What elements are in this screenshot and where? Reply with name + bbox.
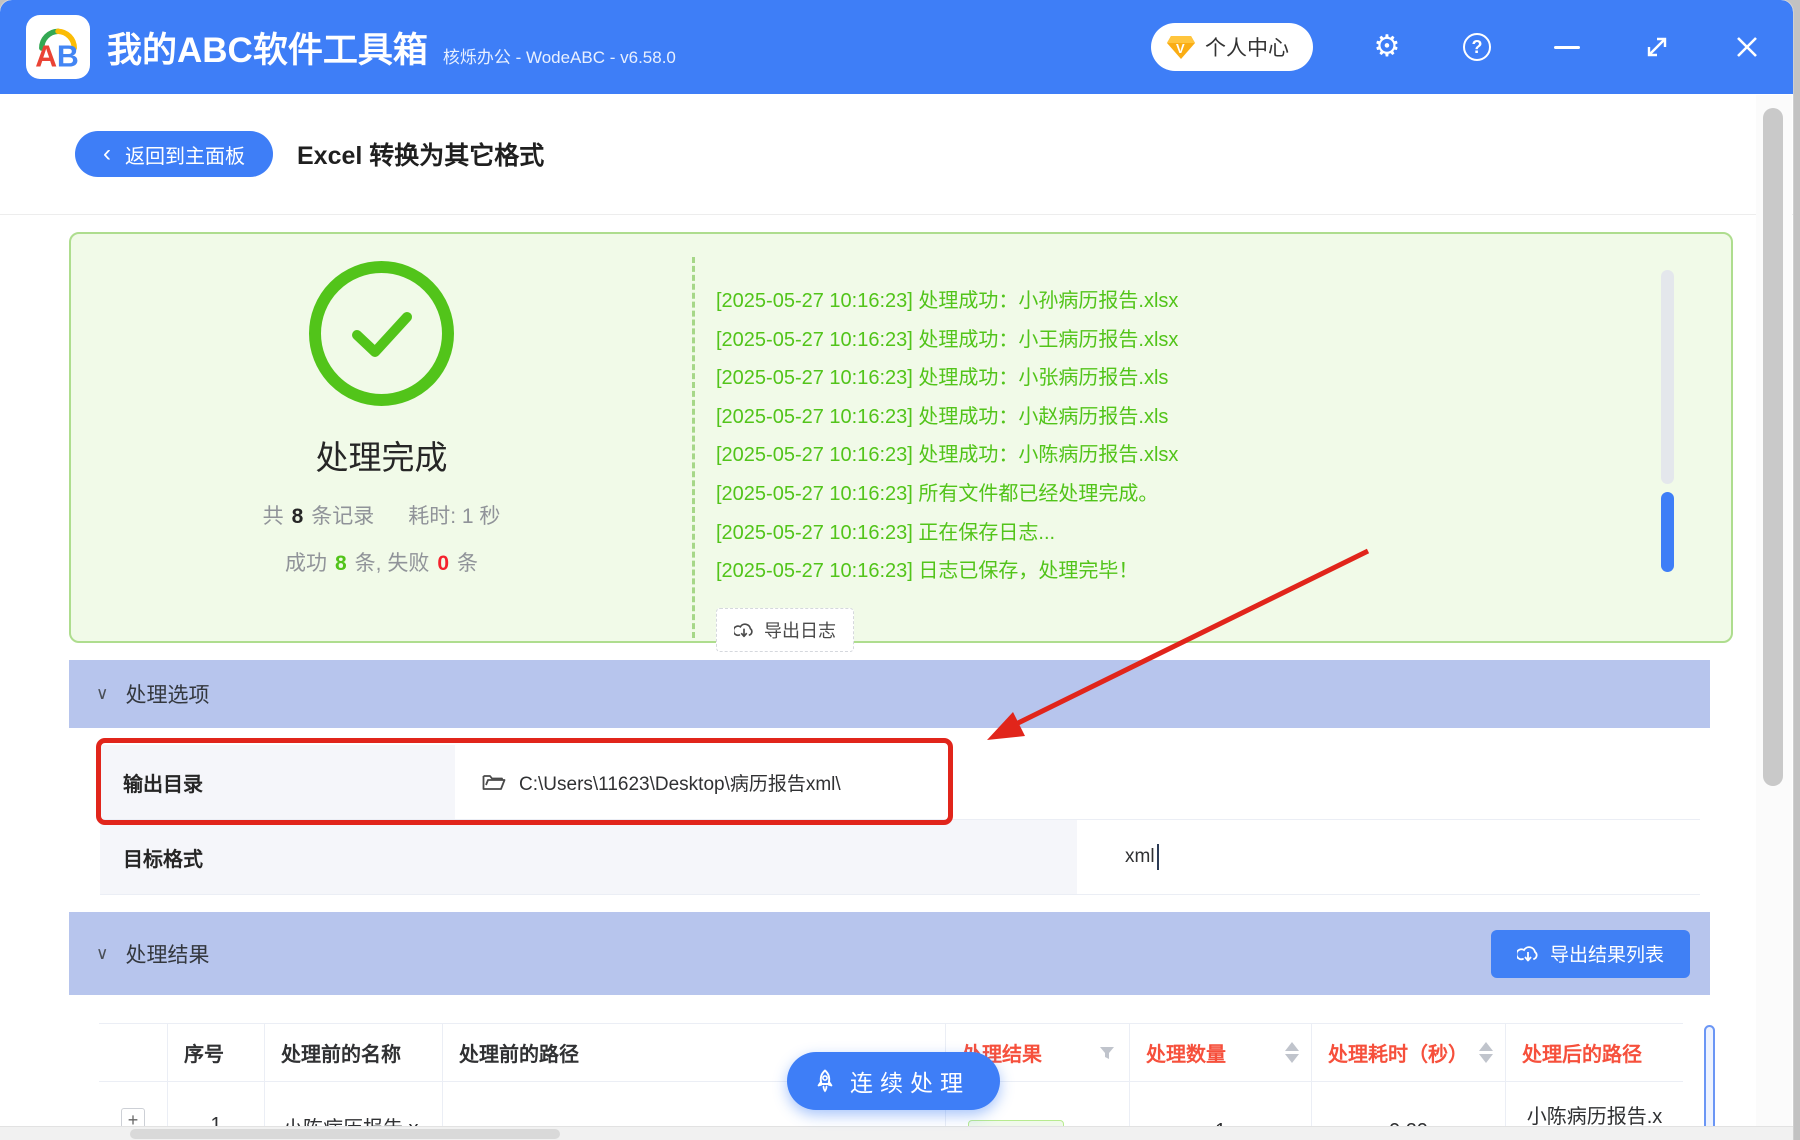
filter-icon[interactable] bbox=[1099, 1045, 1115, 1061]
back-to-main-button[interactable]: ‹ 返回到主面板 bbox=[75, 131, 273, 177]
app-subtitle: 核烁办公 - WodeABC - v6.58.0 bbox=[442, 47, 676, 67]
log-line: [2025-05-27 10:16:23] 处理成功：小王病历报告.xlsx bbox=[716, 328, 1179, 351]
section-header-options[interactable]: ∨ 处理选项 bbox=[69, 660, 1710, 728]
maximize-icon bbox=[1647, 37, 1667, 57]
success-summary: 处理完成 共 8 条记录 耗时: 1 秒 成功 8 条, 失败 0 条 bbox=[71, 234, 692, 641]
continue-processing-label: 连续处理 bbox=[850, 1070, 970, 1096]
minimize-button[interactable] bbox=[1551, 31, 1583, 63]
option-row-target-format: 目标格式 xml bbox=[100, 820, 1700, 895]
sort-icon[interactable] bbox=[1479, 1042, 1493, 1063]
settings-button[interactable]: ⚙ bbox=[1371, 31, 1403, 63]
app-window: A B 我的ABC软件工具箱 核烁办公 - WodeABC - v6.58.0 … bbox=[0, 0, 1793, 1140]
results-section-title: 处理结果 bbox=[125, 943, 210, 967]
target-format-label: 目标格式 bbox=[100, 820, 1077, 894]
vip-diamond-icon: V bbox=[1167, 36, 1195, 59]
question-icon: ? bbox=[1463, 33, 1491, 61]
column-count: 处理数量 bbox=[1129, 1024, 1311, 1081]
output-dir-value[interactable]: C:\Users\11623\Desktop\病历报告xml\ bbox=[455, 745, 841, 819]
user-center-label: 个人中心 bbox=[1205, 37, 1289, 60]
svg-text:A: A bbox=[35, 41, 57, 74]
page-header: ‹ 返回到主面板 Excel 转换为其它格式 bbox=[0, 94, 1793, 215]
app-title: 我的ABC软件工具箱 bbox=[107, 30, 428, 70]
close-button[interactable] bbox=[1731, 31, 1763, 63]
export-result-list-button[interactable]: 导出结果列表 bbox=[1490, 929, 1690, 978]
log-line: [2025-05-27 10:16:23] 处理成功：小赵病历报告.xls bbox=[716, 405, 1169, 428]
fail-count: 0 bbox=[437, 552, 450, 575]
success-count: 8 bbox=[334, 552, 347, 575]
options-section-title: 处理选项 bbox=[125, 684, 210, 707]
log-panel: [2025-05-27 10:16:23] 处理成功：小孙病历报告.xlsx [… bbox=[692, 257, 1641, 652]
log-line: [2025-05-27 10:16:23] 日志已保存，处理完毕！ bbox=[716, 560, 1139, 583]
cloud-download-icon bbox=[1516, 946, 1538, 962]
stats-total-line: 共 8 条记录 耗时: 1 秒 bbox=[262, 505, 501, 528]
log-scrollbar-track bbox=[1661, 270, 1674, 484]
column-path-after: 处理后的路径 bbox=[1505, 1024, 1683, 1081]
page-scrollbar-thumb[interactable] bbox=[1763, 108, 1783, 786]
horizontal-scrollbar-thumb[interactable] bbox=[130, 1129, 560, 1139]
gear-icon: ⚙ bbox=[1373, 30, 1401, 63]
total-count: 8 bbox=[291, 505, 304, 528]
log-line: [2025-05-27 10:16:23] 处理成功：小张病历报告.xls bbox=[716, 367, 1169, 390]
success-check-icon bbox=[309, 261, 454, 406]
success-panel: 处理完成 共 8 条记录 耗时: 1 秒 成功 8 条, 失败 0 条 [2025-05-27… bbox=[69, 232, 1733, 652]
output-dir-label: 输出目录 bbox=[100, 745, 455, 819]
help-button[interactable]: ? bbox=[1461, 31, 1493, 63]
page-title: Excel 转换为其它格式 bbox=[297, 142, 545, 170]
column-expand bbox=[99, 1024, 167, 1081]
chevron-down-icon: ∨ bbox=[96, 684, 109, 703]
column-index: 序号 bbox=[167, 1024, 264, 1081]
export-log-label: 导出日志 bbox=[764, 620, 836, 641]
rocket-icon bbox=[817, 1069, 833, 1093]
log-line: [2025-05-27 10:16:23] 处理成功：小陈病历报告.xlsx bbox=[716, 444, 1179, 467]
app-logo: A B bbox=[26, 15, 90, 79]
titlebar: A B 我的ABC软件工具箱 核烁办公 - WodeABC - v6.58.0 … bbox=[0, 0, 1793, 94]
elapsed-text: 耗时: 1 秒 bbox=[408, 505, 501, 528]
svg-text:V: V bbox=[1176, 41, 1185, 56]
horizontal-scrollbar-track bbox=[0, 1126, 1793, 1140]
target-format-input[interactable]: xml bbox=[1077, 820, 1159, 894]
close-icon bbox=[1737, 37, 1757, 57]
export-log-button[interactable]: 导出日志 bbox=[716, 607, 854, 652]
log-line: [2025-05-27 10:16:23] 正在保存日志... bbox=[716, 521, 1056, 544]
cloud-download-icon bbox=[734, 623, 753, 637]
titlebar-actions: V 个人中心 ⚙ ? bbox=[1151, 23, 1763, 71]
log-line: [2025-05-27 10:16:23] 所有文件都已经处理完成。 bbox=[716, 482, 1159, 505]
maximize-button[interactable] bbox=[1641, 31, 1673, 63]
section-header-results[interactable]: ∨ 处理结果 导出结果列表 bbox=[69, 912, 1710, 995]
options-table: 输出目录 C:\Users\11623\Desktop\病历报告xml\ 目标格… bbox=[96, 738, 1700, 895]
status-title: 处理完成 bbox=[315, 439, 448, 476]
export-result-list-label: 导出结果列表 bbox=[1549, 945, 1664, 966]
log-line: [2025-05-27 10:16:23] 处理成功：小孙病历报告.xlsx bbox=[716, 290, 1179, 312]
column-elapsed: 处理耗时（秒） bbox=[1311, 1024, 1505, 1081]
continue-processing-button[interactable]: 连续处理 bbox=[787, 1052, 1000, 1110]
back-chevron-icon: ‹ bbox=[103, 140, 111, 167]
log-scrollbar-thumb[interactable] bbox=[1661, 492, 1674, 572]
minimize-icon bbox=[1554, 45, 1580, 49]
svg-text:B: B bbox=[57, 41, 79, 74]
app-logo-icon: A B bbox=[35, 28, 79, 74]
table-scrollbar-thumb[interactable] bbox=[1704, 1025, 1715, 1138]
text-caret bbox=[1156, 844, 1159, 870]
column-name-before: 处理前的名称 bbox=[264, 1024, 442, 1081]
sort-icon[interactable] bbox=[1285, 1042, 1299, 1063]
user-center-button[interactable]: V 个人中心 bbox=[1151, 23, 1313, 71]
page-content: 处理完成 共 8 条记录 耗时: 1 秒 成功 8 条, 失败 0 条 [2025-05-27… bbox=[0, 215, 1793, 1140]
stats-result-line: 成功 8 条, 失败 0 条 bbox=[284, 552, 479, 575]
back-button-label: 返回到主面板 bbox=[125, 145, 245, 168]
option-row-output-dir: 输出目录 C:\Users\11623\Desktop\病历报告xml\ bbox=[100, 745, 1700, 820]
chevron-down-icon: ∨ bbox=[96, 943, 109, 963]
folder-icon bbox=[482, 775, 506, 790]
